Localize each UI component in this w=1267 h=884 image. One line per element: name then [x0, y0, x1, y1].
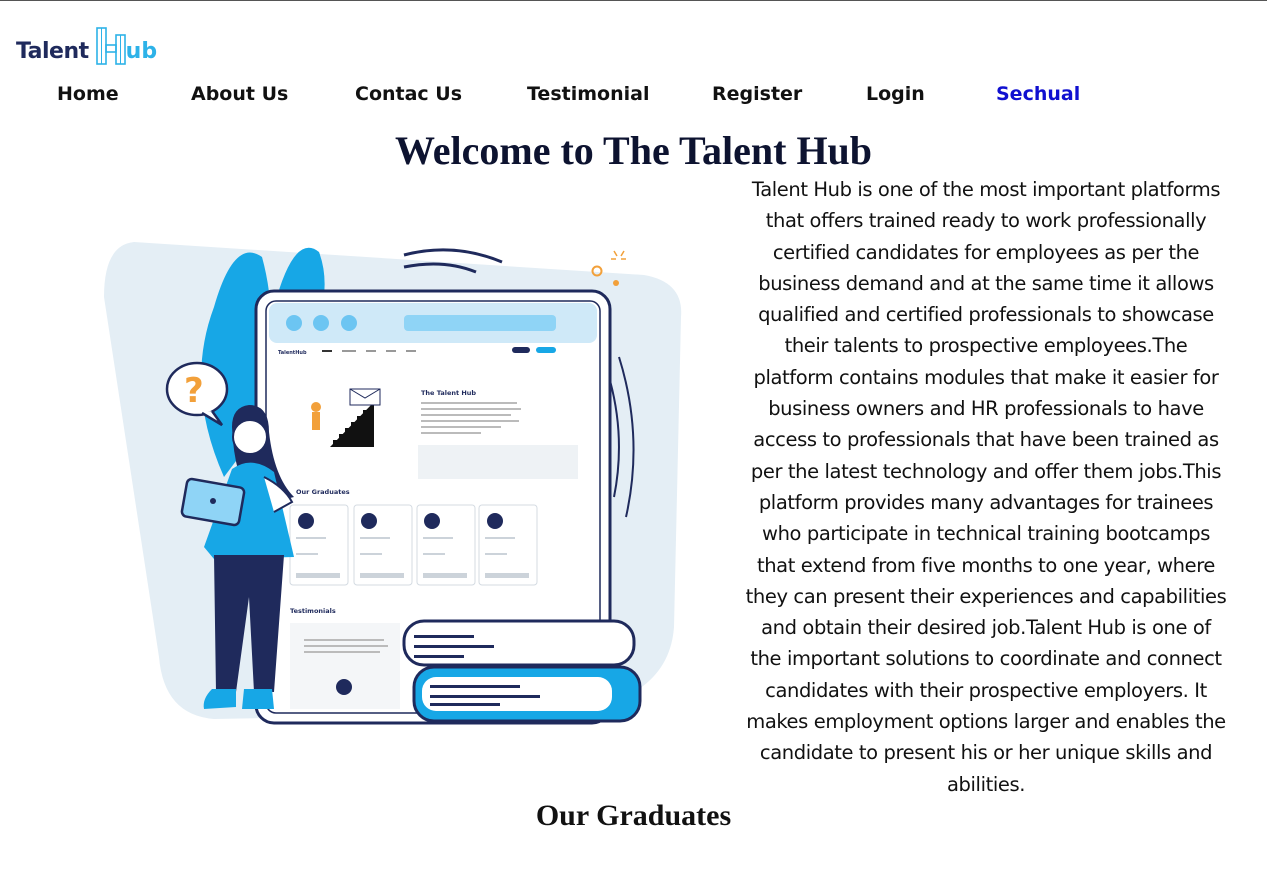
nav-home[interactable]: Home: [57, 83, 119, 105]
question-mark-icon: ?: [184, 371, 204, 411]
logo-text-talent: Talent: [16, 39, 89, 64]
logo-text-ub: ub: [125, 39, 158, 64]
nav-login[interactable]: Login: [866, 83, 925, 105]
brand-logo[interactable]: Talent ub: [16, 21, 157, 67]
main-nav: Home About Us Contac Us Testimonial Regi…: [0, 83, 1100, 109]
mockup-section-testimonials: Testimonials: [290, 607, 336, 615]
graduates-heading: Our Graduates: [535, 799, 732, 832]
page-title: Welcome to The Talent Hub: [394, 128, 873, 173]
nav-sechual[interactable]: Sechual: [996, 83, 1080, 105]
nav-contact-us[interactable]: Contac Us: [355, 83, 462, 105]
mockup-section-graduates: Our Graduates: [296, 488, 350, 496]
nav-testimonial[interactable]: Testimonial: [527, 83, 649, 105]
nav-register[interactable]: Register: [712, 83, 802, 105]
hero-description: Talent Hub is one of the most important …: [745, 178, 1227, 796]
mockup-site-title: The Talent Hub: [421, 389, 476, 397]
svg-text:TalentHub: TalentHub: [278, 350, 307, 356]
nav-about-us[interactable]: About Us: [191, 83, 288, 105]
hero-illustration: TalentHub The Talent Hub Our Graduates T…: [104, 242, 682, 725]
